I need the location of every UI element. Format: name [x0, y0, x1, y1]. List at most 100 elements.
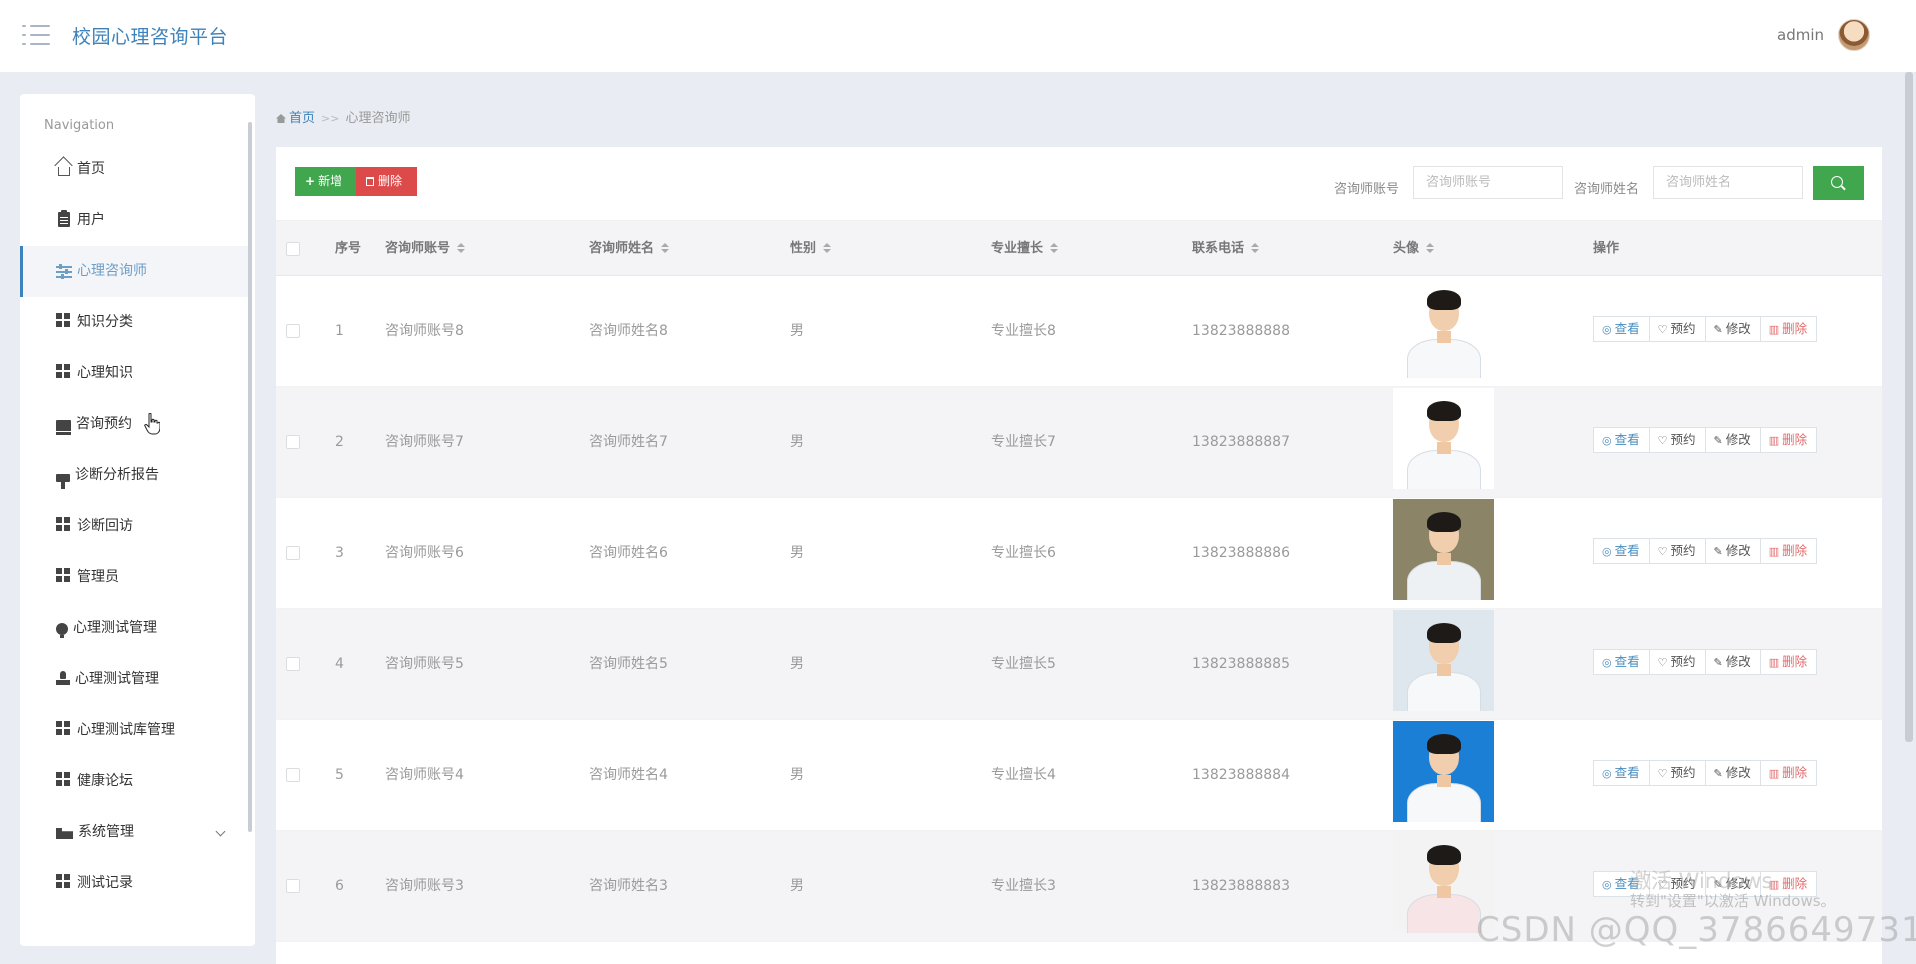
delete-button[interactable]: ▥ 删除 — [1759, 427, 1818, 453]
sidebar-item-1[interactable]: 用户 — [20, 195, 248, 246]
column-header-gender[interactable]: 性别 — [790, 221, 832, 277]
counselor-photo[interactable] — [1393, 277, 1494, 378]
counselor-photo[interactable] — [1393, 610, 1494, 711]
chevron-down-icon[interactable] — [215, 826, 226, 837]
select-all-checkbox[interactable] — [286, 242, 300, 256]
edit-icon: ✎ — [1713, 323, 1723, 336]
sort-icon[interactable] — [457, 243, 466, 253]
edit-button[interactable]: ✎ 修改 — [1704, 760, 1761, 786]
page-scrollbar[interactable] — [1905, 72, 1913, 742]
view-button[interactable]: ◎ 查看 — [1593, 427, 1650, 453]
row-checkbox[interactable] — [286, 879, 300, 893]
user-name[interactable]: admin — [1777, 26, 1824, 44]
sort-icon[interactable] — [1426, 243, 1435, 253]
edit-button[interactable]: ✎ 修改 — [1704, 316, 1761, 342]
row-checkbox[interactable] — [286, 768, 300, 782]
trash-icon: ▥ — [1768, 323, 1780, 336]
book-button[interactable]: ♡ 预约 — [1648, 316, 1706, 342]
column-header-actions: 操作 — [1593, 241, 1620, 256]
row-checkbox[interactable] — [286, 324, 300, 338]
sidebar-item-2[interactable]: 心理咨询师 — [20, 246, 248, 297]
csdn-watermark: CSDN @QQ_3786649731 — [1476, 910, 1916, 950]
view-button[interactable]: ◎ 查看 — [1593, 316, 1650, 342]
sort-icon[interactable] — [823, 243, 832, 253]
row-checkbox[interactable] — [286, 546, 300, 560]
cell-specialty: 专业擅长5 — [991, 656, 1056, 672]
counselor-photo[interactable] — [1393, 388, 1494, 489]
view-button[interactable]: ◎ 查看 — [1593, 649, 1650, 675]
sidebar-item-4[interactable]: 心理知识 — [20, 348, 248, 399]
counselor-table: 序号 咨询师账号 咨询师姓名 性别 专业擅长 联系电话 头像 操作 1 咨询师账号… — [276, 220, 1882, 942]
delete-button[interactable]: ▥ 删除 — [1759, 649, 1818, 675]
sliders-icon — [56, 264, 72, 278]
sidebar-item-11[interactable]: 心理测试库管理 — [20, 705, 248, 756]
row-checkbox[interactable] — [286, 657, 300, 671]
search-button[interactable] — [1813, 166, 1864, 200]
home-icon — [58, 167, 70, 176]
column-header-phone[interactable]: 联系电话 — [1192, 221, 1260, 277]
edit-button[interactable]: ✎ 修改 — [1704, 427, 1761, 453]
name-search-input[interactable] — [1653, 166, 1803, 199]
book-button[interactable]: ♡ 预约 — [1648, 427, 1706, 453]
cell-name: 咨询师姓名3 — [589, 878, 668, 894]
cell-specialty: 专业擅长4 — [991, 767, 1056, 783]
cell-index: 4 — [335, 656, 344, 672]
book-button[interactable]: ♡ 预约 — [1648, 538, 1706, 564]
book-button[interactable]: ♡ 预约 — [1648, 649, 1706, 675]
sort-icon[interactable] — [1050, 243, 1059, 253]
book-button[interactable]: ♡ 预约 — [1648, 760, 1706, 786]
delete-button[interactable]: ▥ 删除 — [1759, 760, 1818, 786]
column-header-name[interactable]: 咨询师姓名 — [589, 221, 670, 277]
trash-icon: ▥ — [1768, 656, 1780, 669]
main-panel: +新增 删除 咨询师账号 咨询师姓名 序号 咨询师账号 咨询师姓名 性别 专业擅… — [276, 147, 1882, 964]
delete-button[interactable]: ▥ 删除 — [1759, 316, 1818, 342]
menu-toggle-icon[interactable] — [22, 24, 50, 46]
ticket-icon — [56, 828, 73, 839]
counselor-photo[interactable] — [1393, 721, 1494, 822]
sidebar-item-12[interactable]: 健康论坛 — [20, 756, 248, 807]
delete-button[interactable]: ▥ 删除 — [1759, 538, 1818, 564]
heart-icon: ♡ — [1657, 323, 1668, 336]
column-header-specialty[interactable]: 专业擅长 — [991, 221, 1059, 277]
sidebar-item-0[interactable]: 首页 — [20, 144, 248, 195]
row-actions: ◎ 查看 ♡ 预约 ✎ 修改 ▥ 删除 — [1593, 649, 1818, 675]
edit-button[interactable]: ✎ 修改 — [1704, 538, 1761, 564]
eye-icon: ◎ — [1602, 323, 1612, 336]
view-button[interactable]: ◎ 查看 — [1593, 538, 1650, 564]
batch-delete-button[interactable]: 删除 — [356, 167, 417, 196]
column-header-photo[interactable]: 头像 — [1393, 221, 1435, 277]
grid-icon — [56, 721, 72, 737]
cell-account: 咨询师账号7 — [385, 434, 464, 450]
breadcrumb-home[interactable]: 首页 — [289, 111, 315, 126]
sidebar-item-6[interactable]: 诊断分析报告 — [20, 450, 248, 501]
cell-account: 咨询师账号6 — [385, 545, 464, 561]
sidebar-item-9[interactable]: 心理测试管理 — [20, 603, 248, 654]
sidebar-item-14[interactable]: 测试记录 — [20, 858, 248, 909]
sidebar-item-label: 管理员 — [77, 569, 119, 585]
sidebar-item-7[interactable]: 诊断回访 — [20, 501, 248, 552]
lightbulb-icon — [56, 623, 68, 638]
column-header-account[interactable]: 咨询师账号 — [385, 221, 466, 277]
edit-button[interactable]: ✎ 修改 — [1704, 649, 1761, 675]
account-search-input[interactable] — [1413, 166, 1563, 199]
sort-icon[interactable] — [661, 243, 670, 253]
heart-icon: ♡ — [1657, 767, 1668, 780]
counselor-photo[interactable] — [1393, 499, 1494, 600]
sidebar-item-10[interactable]: 心理测试管理 — [20, 654, 248, 705]
windows-activation-watermark: 激活 Windows 转到"设置"以激活 Windows。 — [1630, 869, 1836, 911]
sort-icon[interactable] — [1251, 243, 1260, 253]
breadcrumb-separator: >> — [321, 112, 340, 125]
row-actions: ◎ 查看 ♡ 预约 ✎ 修改 ▥ 删除 — [1593, 316, 1818, 342]
sidebar-item-13[interactable]: 系统管理 — [20, 807, 248, 858]
sidebar-item-3[interactable]: 知识分类 — [20, 297, 248, 348]
view-button[interactable]: ◎ 查看 — [1593, 760, 1650, 786]
sidebar-item-8[interactable]: 管理员 — [20, 552, 248, 603]
row-checkbox[interactable] — [286, 435, 300, 449]
grid-icon — [56, 517, 72, 533]
user-avatar[interactable] — [1838, 19, 1870, 51]
sidebar-scrollbar[interactable] — [248, 122, 252, 832]
add-button[interactable]: + 新增 — [295, 167, 356, 196]
trash-icon: ▥ — [1768, 545, 1780, 558]
edit-icon: ✎ — [1713, 656, 1723, 669]
sidebar-item-5[interactable]: 咨询预约 — [20, 399, 248, 450]
